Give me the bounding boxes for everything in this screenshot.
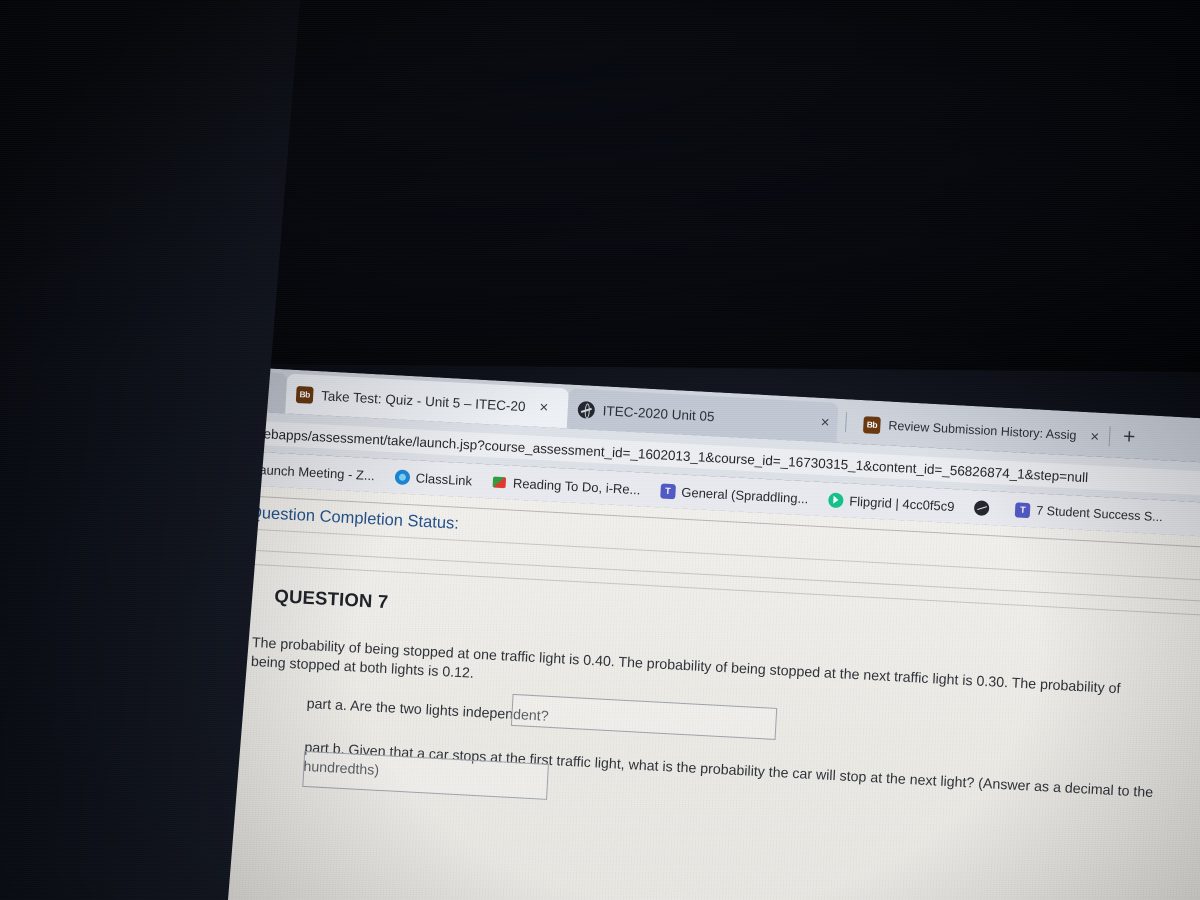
tab-label: Take Test: Quiz - Unit 5 – ITEC-20 (320, 387, 526, 414)
blackboard-bb-icon: Bb (862, 415, 881, 434)
tab-close-icon[interactable]: × (820, 413, 830, 430)
blackboard-bb-icon: Bb (295, 385, 314, 404)
tab-divider (844, 412, 848, 433)
bookmark-globe-unlabeled[interactable] (965, 494, 1005, 522)
tab-label: Review Submission History: Assig (888, 418, 1077, 443)
teams-icon: T (1014, 501, 1031, 518)
bookmark-label: General (Spraddling... (681, 484, 809, 506)
bookmark-general-spraddling[interactable]: T General (Spraddling... (651, 477, 818, 512)
quiz-page: » Question Completion Status: QUESTION 7… (188, 483, 1200, 900)
bookmark-classlink[interactable]: ClassLink (385, 463, 482, 494)
readingbook-icon (492, 474, 508, 490)
question-completion-status-label: Question Completion Status: (248, 503, 460, 533)
tab-close-icon[interactable]: × (1090, 428, 1100, 445)
bookmark-label: ClassLink (415, 469, 473, 488)
globe-icon (577, 400, 596, 419)
question-7-title: QUESTION 7 (273, 585, 389, 613)
bookmark-reading-to-do[interactable]: Reading To Do, i-Re... (482, 468, 650, 503)
bookmark-label: Reading To Do, i-Re... (512, 475, 641, 497)
bookmark-7-student-success[interactable]: T 7 Student Success S... (1006, 496, 1173, 531)
bookmark-label: Launch Meeting - Z... (251, 461, 376, 483)
tab-divider (1108, 426, 1111, 447)
bookmark-label: 7 Student Success S... (1035, 503, 1164, 525)
new-tab-button[interactable]: + (1123, 425, 1136, 449)
tab-close-icon[interactable]: × (539, 398, 549, 415)
globe-icon (974, 499, 990, 516)
flipgrid-icon (827, 491, 844, 508)
bookmark-label: Flipgrid | 4cc0f5c9 (848, 493, 955, 514)
classlink-icon (394, 468, 411, 485)
bookmark-flipgrid[interactable]: Flipgrid | 4cc0f5c9 (819, 486, 964, 520)
tab-label: ITEC-2020 Unit 05 (602, 402, 715, 424)
photographed-monitor: W myWalden Student Portal × Bb Take Test… (0, 0, 1200, 900)
question-7-part-a-input[interactable] (510, 693, 778, 740)
teams-icon: T (660, 482, 676, 499)
